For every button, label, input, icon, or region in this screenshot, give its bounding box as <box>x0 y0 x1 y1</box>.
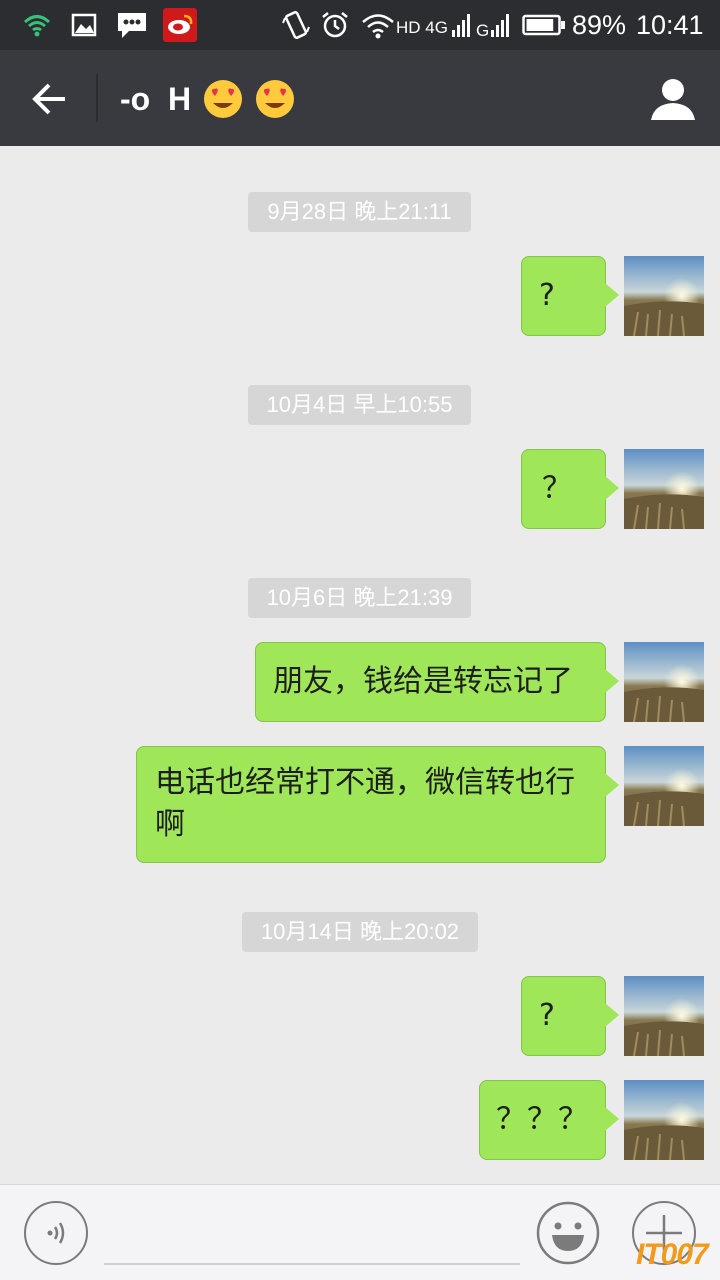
message-input[interactable] <box>104 1205 520 1265</box>
input-bar <box>0 1184 720 1280</box>
signal-g-icon: G <box>476 10 514 40</box>
heart-eyes-emoji-icon <box>204 80 243 118</box>
wifi-icon <box>22 10 52 40</box>
message-text: 电话也经常打不通，微信转也行啊 <box>155 765 575 842</box>
avatar[interactable] <box>624 1080 704 1160</box>
back-button[interactable] <box>22 72 76 126</box>
message-bubble[interactable]: 电话也经常打不通，微信转也行啊 <box>136 746 619 863</box>
timestamp: 10月14日 晚上20:02 <box>242 912 478 952</box>
smiley-icon <box>536 1201 600 1265</box>
contact-name: -o H <box>120 81 192 117</box>
avatar[interactable] <box>624 642 704 722</box>
battery-icon <box>522 10 566 40</box>
status-bar: HD 4G G 89% 10:41 <box>0 0 720 50</box>
message-bubble[interactable]: ？ <box>521 449 619 529</box>
avatar[interactable] <box>624 256 704 336</box>
message-bubble[interactable]: ? <box>521 256 619 336</box>
voice-icon <box>47 1222 65 1244</box>
signal-icon <box>450 10 474 40</box>
alarm-icon <box>320 10 350 40</box>
voice-button[interactable] <box>24 1201 88 1265</box>
heart-eyes-emoji-icon <box>256 80 295 118</box>
chat-header: -o H <box>0 50 720 146</box>
contact-profile-button[interactable] <box>648 74 698 124</box>
message-bubble[interactable]: ? <box>521 976 619 1056</box>
clock-time: 10:41 <box>636 10 704 40</box>
gallery-icon <box>70 10 98 40</box>
message-text: ？？？ <box>496 1102 589 1137</box>
message-bubble[interactable]: 朋友，钱给是转忘记了 <box>255 642 619 722</box>
message-bubble[interactable]: ？？？ <box>479 1080 619 1160</box>
message-text: ？ <box>542 471 572 506</box>
battery-percent: 89% <box>572 10 627 40</box>
network-label: HD 4G <box>396 18 448 37</box>
weibo-icon <box>162 8 198 42</box>
chat-title: -o H <box>120 74 295 124</box>
chat-messages[interactable]: 9月28日 晚上21:11 ? 10月4日 早上10:55 ？ 10月6日 晚上… <box>0 146 720 1184</box>
message-text: ? <box>539 278 555 313</box>
hotspot-icon <box>360 10 396 40</box>
timestamp: 9月28日 晚上21:11 <box>248 192 471 232</box>
emoji-button[interactable] <box>536 1201 600 1265</box>
timestamp: 10月6日 晚上21:39 <box>248 578 471 618</box>
header-divider <box>96 74 98 122</box>
back-arrow-icon <box>32 83 65 115</box>
message-text: 朋友，钱给是转忘记了 <box>273 664 573 699</box>
vibrate-icon <box>282 10 310 40</box>
watermark-logo: IT007 <box>636 1238 709 1271</box>
timestamp: 10月4日 早上10:55 <box>248 385 471 425</box>
person-icon <box>651 79 695 120</box>
message-icon <box>114 10 150 40</box>
avatar[interactable] <box>624 449 704 529</box>
avatar[interactable] <box>624 746 704 826</box>
avatar[interactable] <box>624 976 704 1056</box>
message-text: ? <box>539 998 555 1033</box>
svg-text:G: G <box>476 21 489 38</box>
